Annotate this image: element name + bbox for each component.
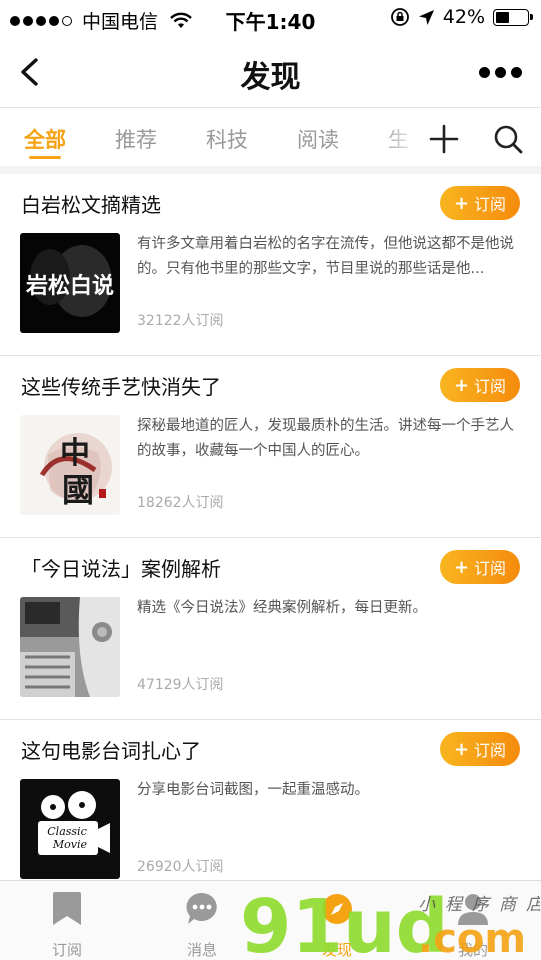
thumbnail-text: 中 — [60, 436, 90, 471]
item-title: 这句电影台词扎心了 — [21, 739, 201, 763]
more-dot-icon — [495, 66, 506, 78]
tab-recommended[interactable]: 推荐 — [115, 124, 157, 154]
subscriber-count: 18262人订阅 — [137, 495, 224, 511]
item-title: 「今日说法」案例解析 — [21, 557, 221, 581]
item-thumbnail: Classic Movie — [20, 779, 120, 879]
tab-reading[interactable]: 阅读 — [297, 124, 339, 154]
item-title: 这些传统手艺快消失了 — [21, 375, 221, 399]
search-icon[interactable] — [490, 121, 526, 157]
subscribe-label: 订阅 — [474, 741, 507, 760]
photo-image — [20, 597, 120, 697]
tab-all[interactable]: 全部 — [24, 124, 66, 154]
discover-icon — [322, 894, 352, 924]
thumbnail-text: Movie — [52, 838, 88, 851]
rotation-lock-icon — [390, 8, 409, 26]
person-icon — [458, 894, 488, 925]
active-tab-indicator — [29, 156, 61, 159]
item-thumbnail — [20, 597, 120, 697]
tab-technology[interactable]: 科技 — [206, 124, 248, 154]
thumbnail-text: Classic — [47, 825, 86, 838]
subscribe-button[interactable]: + 订阅 — [440, 368, 520, 402]
page-title: 发现 — [240, 60, 301, 95]
item-description: 精选《今日说法》经典案例解析，每日更新。 — [137, 600, 427, 616]
plus-icon: + — [453, 738, 470, 760]
item-title: 白岩松文摘精选 — [21, 193, 161, 217]
list-item[interactable]: 白岩松文摘精选 + 订阅 岩松白说 有许多文章用着白岩松的名字在流传，但他说这都… — [0, 174, 541, 356]
subscribe-button[interactable]: + 订阅 — [440, 732, 520, 766]
logo-image: 岩松白说 — [20, 233, 120, 333]
list-item[interactable]: 「今日说法」案例解析 + 订阅 精选《今日说法》经典案例解析，每日更新。 471… — [0, 538, 541, 720]
item-thumbnail: 岩松白说 — [20, 233, 120, 333]
more-dot-icon — [511, 66, 522, 78]
plus-icon: + — [453, 192, 470, 214]
category-tabs: 全部 推荐 科技 阅读 生 — [0, 109, 541, 167]
chat-bubble-icon — [186, 892, 217, 924]
channel-list: 白岩松文摘精选 + 订阅 岩松白说 有许多文章用着白岩松的名字在流传，但他说这都… — [0, 174, 541, 902]
tabbar-label: 订阅 — [51, 941, 82, 959]
list-item[interactable]: 这句电影台词扎心了 + 订阅 Classic Movie 分享电影台词截图，一起… — [0, 720, 541, 902]
plus-icon: + — [453, 374, 470, 396]
subscribe-label: 订阅 — [474, 559, 507, 578]
location-arrow-icon — [418, 9, 434, 25]
tabbar-discover[interactable]: 发现 — [292, 891, 382, 960]
subscribe-label: 订阅 — [474, 377, 507, 396]
thumbnail-text: 國 — [62, 471, 94, 509]
seal-stamp-icon — [99, 489, 106, 498]
subscribe-button[interactable]: + 订阅 — [440, 186, 520, 220]
tab-scroll-area[interactable]: 全部 推荐 科技 阅读 生 — [0, 109, 412, 167]
plus-icon: + — [453, 556, 470, 578]
tab-fade-overlay — [380, 109, 412, 167]
status-bar: 中国电信 下午1:40 42% — [0, 0, 541, 36]
section-divider — [0, 166, 541, 174]
subscriber-count: 26920人订阅 — [137, 859, 224, 875]
item-description: 分享电影台词截图，一起重温感动。 — [137, 782, 369, 798]
subscribe-label: 订阅 — [474, 195, 507, 214]
bottom-tab-bar: 订阅 消息 发现 我的 — [0, 880, 541, 960]
tabbar-messages[interactable]: 消息 — [157, 891, 247, 960]
item-description: 探秘最地道的匠人，发现最质朴的生活。讲述每一个手艺人的故事，收藏每一个中国人的匠… — [137, 418, 514, 459]
battery-percent: 42% — [442, 6, 485, 28]
tabbar-label: 我的 — [457, 941, 488, 959]
calligraphy-image: 中 國 — [20, 415, 120, 515]
subscriber-count: 47129人订阅 — [137, 677, 224, 693]
tabbar-profile[interactable]: 我的 — [428, 891, 518, 960]
add-icon[interactable] — [426, 121, 462, 157]
item-description: 有许多文章用着白岩松的名字在流传，但他说这都不是他说的。只有他书里的那些文字，节… — [137, 236, 514, 277]
tabbar-label: 消息 — [186, 941, 217, 959]
tabbar-label: 发现 — [321, 941, 352, 959]
item-thumbnail: 中 國 — [20, 415, 120, 515]
subscribe-button[interactable]: + 订阅 — [440, 550, 520, 584]
navigation-bar: 发现 — [0, 36, 541, 108]
film-camera-logo: Classic Movie — [20, 779, 120, 879]
list-item[interactable]: 这些传统手艺快消失了 + 订阅 中 國 探秘最地道的匠人，发现最质朴的生活。讲述… — [0, 356, 541, 538]
bookmark-icon — [53, 892, 81, 925]
subscriber-count: 32122人订阅 — [137, 313, 224, 329]
battery-icon — [493, 8, 533, 26]
thumbnail-text: 岩松白说 — [25, 273, 114, 299]
more-options-button[interactable] — [479, 62, 523, 82]
more-dot-icon — [479, 66, 490, 78]
tabbar-subscriptions[interactable]: 订阅 — [22, 891, 112, 960]
